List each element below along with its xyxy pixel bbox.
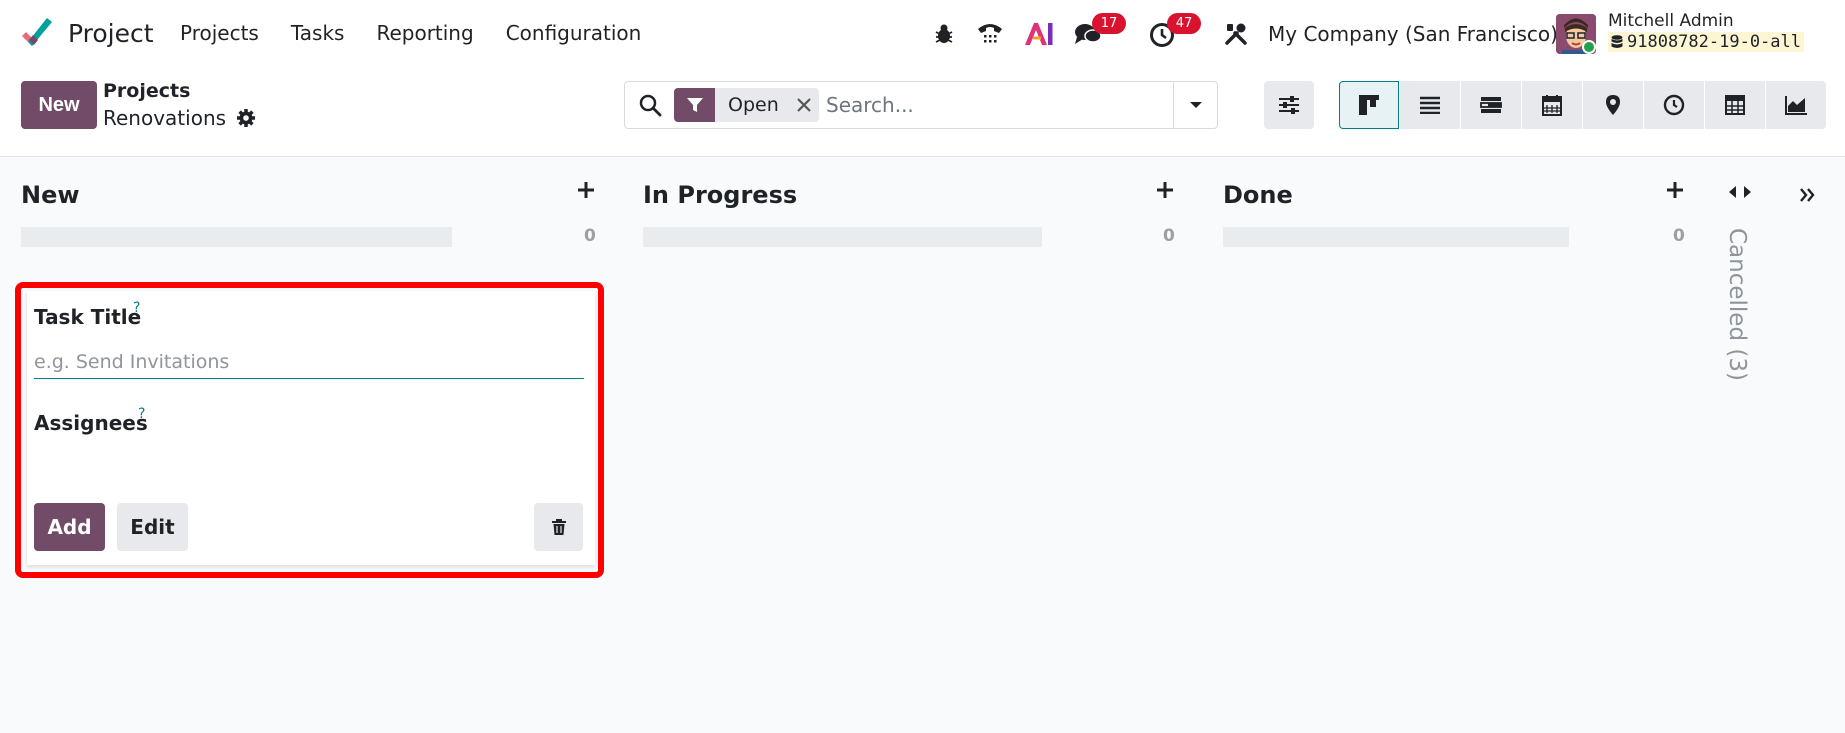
column-in-progress-progress-bar <box>643 227 1042 247</box>
column-in-progress-count: 0 <box>1163 226 1175 246</box>
database-name-text: 91808782-19-0-all <box>1627 32 1801 52</box>
activities-button[interactable]: 47 <box>1147 13 1201 54</box>
map-marker-icon <box>1606 95 1620 115</box>
view-calendar-button[interactable] <box>1522 81 1582 129</box>
view-pivot-button[interactable] <box>1705 81 1765 129</box>
developer-tools-button[interactable] <box>1220 14 1252 54</box>
breadcrumb-current: Renovations <box>103 106 256 130</box>
view-settings-button[interactable] <box>1264 81 1314 129</box>
view-gantt-button[interactable] <box>1461 81 1521 129</box>
assignees-label: Assignees <box>34 411 148 435</box>
activities-count-badge: 47 <box>1167 13 1201 34</box>
new-button[interactable]: New <box>21 81 97 129</box>
area-chart-icon <box>1785 96 1807 115</box>
view-switcher <box>1339 81 1826 129</box>
phone-button[interactable] <box>970 14 1010 54</box>
column-new-add-icon[interactable] <box>576 180 596 200</box>
search-input[interactable] <box>826 88 1166 122</box>
breadcrumb-projects[interactable]: Projects <box>103 80 190 102</box>
column-done-add-icon[interactable] <box>1665 180 1685 200</box>
column-done-count: 0 <box>1673 226 1685 246</box>
gantt-icon <box>1480 97 1502 113</box>
user-name[interactable]: Mitchell Admin <box>1608 11 1734 31</box>
search-bar: Open <box>624 81 1218 129</box>
ai-button[interactable] <box>1022 14 1056 54</box>
column-title-in-progress: In Progress <box>643 181 798 209</box>
menu-projects[interactable]: Projects <box>180 21 259 45</box>
view-list-button[interactable] <box>1400 81 1460 129</box>
discard-button[interactable] <box>534 503 583 551</box>
project-app-logo-icon <box>22 18 52 46</box>
view-kanban-button[interactable] <box>1339 81 1399 129</box>
calendar-icon <box>1542 95 1562 116</box>
trash-icon <box>551 519 566 535</box>
column-title-done: Done <box>1223 181 1293 209</box>
column-title-new: New <box>21 181 80 209</box>
debug-button[interactable] <box>927 14 961 54</box>
facet-label: Open <box>728 94 779 116</box>
menu-configuration[interactable]: Configuration <box>506 21 642 45</box>
app-brand[interactable]: Project <box>20 16 154 50</box>
view-map-button[interactable] <box>1583 81 1643 129</box>
main-menu: Projects Tasks Reporting Configuration <box>180 21 673 45</box>
messages-count-badge: 17 <box>1092 13 1126 34</box>
double-chevron-right-icon[interactable] <box>1799 187 1815 203</box>
view-graph-button[interactable] <box>1766 81 1826 129</box>
folded-column-cancelled[interactable]: Cancelled (3) <box>1724 228 1750 381</box>
edit-button[interactable]: Edit <box>117 503 188 551</box>
menu-tasks[interactable]: Tasks <box>291 21 345 45</box>
company-switcher[interactable]: My Company (San Francisco) <box>1268 22 1558 46</box>
caret-down-icon <box>1189 102 1202 108</box>
clock-icon <box>1663 94 1685 116</box>
control-panel: New Projects Renovations Open <box>0 69 1845 157</box>
search-facet: Open <box>674 88 819 122</box>
column-done-progress-bar <box>1223 227 1569 247</box>
breadcrumb-current-label: Renovations <box>103 106 227 130</box>
tools-icon <box>1225 23 1247 45</box>
task-title-help[interactable]: ? <box>133 300 140 316</box>
assignees-help[interactable]: ? <box>138 406 145 422</box>
fold-column-icon[interactable] <box>1728 184 1752 200</box>
menu-reporting[interactable]: Reporting <box>376 21 473 45</box>
gear-icon[interactable] <box>236 108 256 128</box>
top-navbar: Project Projects Tasks Reporting Configu… <box>0 0 1845 69</box>
view-activity-button[interactable] <box>1644 81 1704 129</box>
pivot-table-icon <box>1725 95 1745 115</box>
column-in-progress-add-icon[interactable] <box>1155 180 1175 200</box>
facet-remove-button[interactable] <box>789 88 819 122</box>
sliders-icon <box>1279 96 1299 114</box>
column-new-count: 0 <box>584 226 596 246</box>
online-status-dot <box>1582 40 1596 54</box>
column-new-progress-bar <box>21 227 452 247</box>
ai-icon <box>1025 23 1053 45</box>
database-name: 91808782-19-0-all <box>1608 32 1804 52</box>
search-options-toggle[interactable] <box>1173 82 1217 128</box>
filter-icon <box>686 98 703 112</box>
search-icon[interactable] <box>638 93 662 117</box>
database-icon <box>1611 35 1623 48</box>
task-title-input[interactable] <box>34 345 584 379</box>
phone-icon <box>978 24 1002 43</box>
messages-button[interactable]: 17 <box>1072 13 1126 54</box>
bug-icon <box>935 24 953 43</box>
list-icon <box>1420 96 1440 114</box>
facet-filter <box>674 88 715 122</box>
task-title-label: Task Title <box>34 305 142 329</box>
add-button[interactable]: Add <box>34 503 105 551</box>
app-name: Project <box>68 18 154 48</box>
close-icon <box>796 98 811 112</box>
kanban-icon <box>1359 95 1379 115</box>
